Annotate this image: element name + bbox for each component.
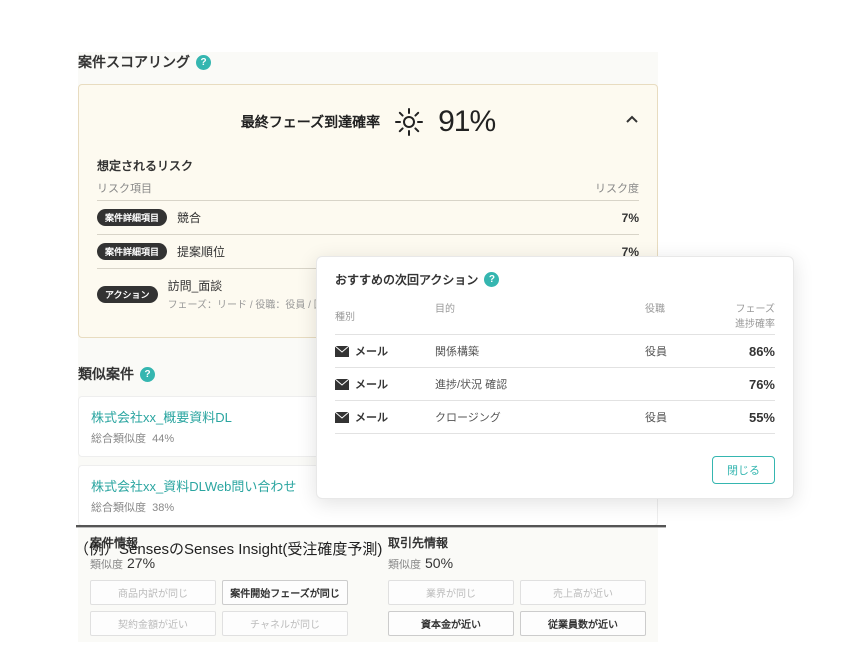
action-pill: アクション — [97, 286, 158, 303]
client-tag: 売上高が近い — [520, 580, 646, 605]
sun-icon — [394, 107, 424, 137]
recommended-action-popup: おすすめの次回アクション ? 種別 目的 役職 フェーズ 進捗確率 メール 関係… — [316, 256, 794, 499]
case-tag: チャネルが同じ — [222, 611, 348, 636]
risk-heading: 想定されるリスク — [97, 157, 639, 174]
help-icon[interactable]: ? — [140, 367, 155, 382]
help-icon[interactable]: ? — [484, 272, 499, 287]
client-info-sim: 類似度50% — [388, 555, 646, 572]
probability-value: 91% — [438, 105, 495, 139]
popup-col-role: 役職 — [645, 300, 715, 330]
scoring-section-header: 案件スコアリング ? — [78, 52, 658, 72]
mail-icon — [335, 346, 349, 357]
similar-title: 類似案件 — [78, 364, 134, 384]
popup-header: おすすめの次回アクション ? — [335, 271, 775, 288]
risk-col-item: リスク項目 — [97, 180, 152, 196]
popup-row-type: メール — [355, 409, 388, 425]
help-icon[interactable]: ? — [196, 55, 211, 70]
popup-title: おすすめの次回アクション — [335, 271, 478, 288]
probability-row: 最終フェーズ到達確率 91% — [97, 105, 639, 139]
popup-row-rate: 55% — [715, 410, 775, 425]
popup-row[interactable]: メール クロージング 役員 55% — [335, 401, 775, 434]
risk-pill: 案件詳細項目 — [97, 243, 167, 260]
popup-table-header: 種別 目的 役職 フェーズ 進捗確率 — [335, 300, 775, 335]
risk-col-degree: リスク度 — [595, 180, 639, 196]
popup-col-rate: フェーズ 進捗確率 — [715, 300, 775, 330]
case-tag: 商品内訳が同じ — [90, 580, 216, 605]
case-tag: 案件開始フェーズが同じ — [222, 580, 348, 605]
popup-row-purpose: 関係構築 — [435, 343, 645, 359]
mail-icon — [335, 379, 349, 390]
caption-divider — [76, 525, 666, 527]
popup-row[interactable]: メール 関係構築 役員 86% — [335, 335, 775, 368]
popup-footer: 閉じる — [335, 456, 775, 484]
risk-name: 競合 — [177, 209, 612, 226]
risk-value: 7% — [622, 211, 639, 225]
popup-row[interactable]: メール 進捗/状況 確認 76% — [335, 368, 775, 401]
risk-table-header: リスク項目 リスク度 — [97, 180, 639, 201]
chevron-up-icon[interactable] — [625, 113, 639, 132]
risk-pill: 案件詳細項目 — [97, 209, 167, 226]
client-tag: 資本金が近い — [388, 611, 514, 636]
probability-label: 最終フェーズ到達確率 — [241, 112, 380, 132]
popup-row-role: 役員 — [645, 343, 715, 359]
popup-row-type: メール — [355, 343, 388, 359]
client-info-col: 取引先情報 類似度50% 業界が同じ 売上高が近い 資本金が近い 従業員数が近い — [388, 534, 646, 642]
popup-row-type: メール — [355, 376, 388, 392]
scoring-title: 案件スコアリング — [78, 52, 190, 72]
popup-row-purpose: 進捗/状況 確認 — [435, 376, 645, 392]
caption-text: （例）SensesのSenses Insight(受注確度予測) — [74, 538, 382, 559]
popup-col-type: 種別 — [335, 300, 435, 330]
popup-row-purpose: クロージング — [435, 409, 645, 425]
popup-row-rate: 76% — [715, 377, 775, 392]
popup-col-purpose: 目的 — [435, 300, 645, 330]
similar-item-sub: 総合類似度 38% — [91, 499, 645, 515]
case-tag: 契約金額が近い — [90, 611, 216, 636]
client-info-title: 取引先情報 — [388, 534, 646, 551]
close-button[interactable]: 閉じる — [712, 456, 775, 484]
client-tag: 従業員数が近い — [520, 611, 646, 636]
popup-row-role: 役員 — [645, 409, 715, 425]
mail-icon — [335, 412, 349, 423]
risk-row: 案件詳細項目 競合 7% — [97, 201, 639, 235]
popup-row-rate: 86% — [715, 344, 775, 359]
client-tag: 業界が同じ — [388, 580, 514, 605]
